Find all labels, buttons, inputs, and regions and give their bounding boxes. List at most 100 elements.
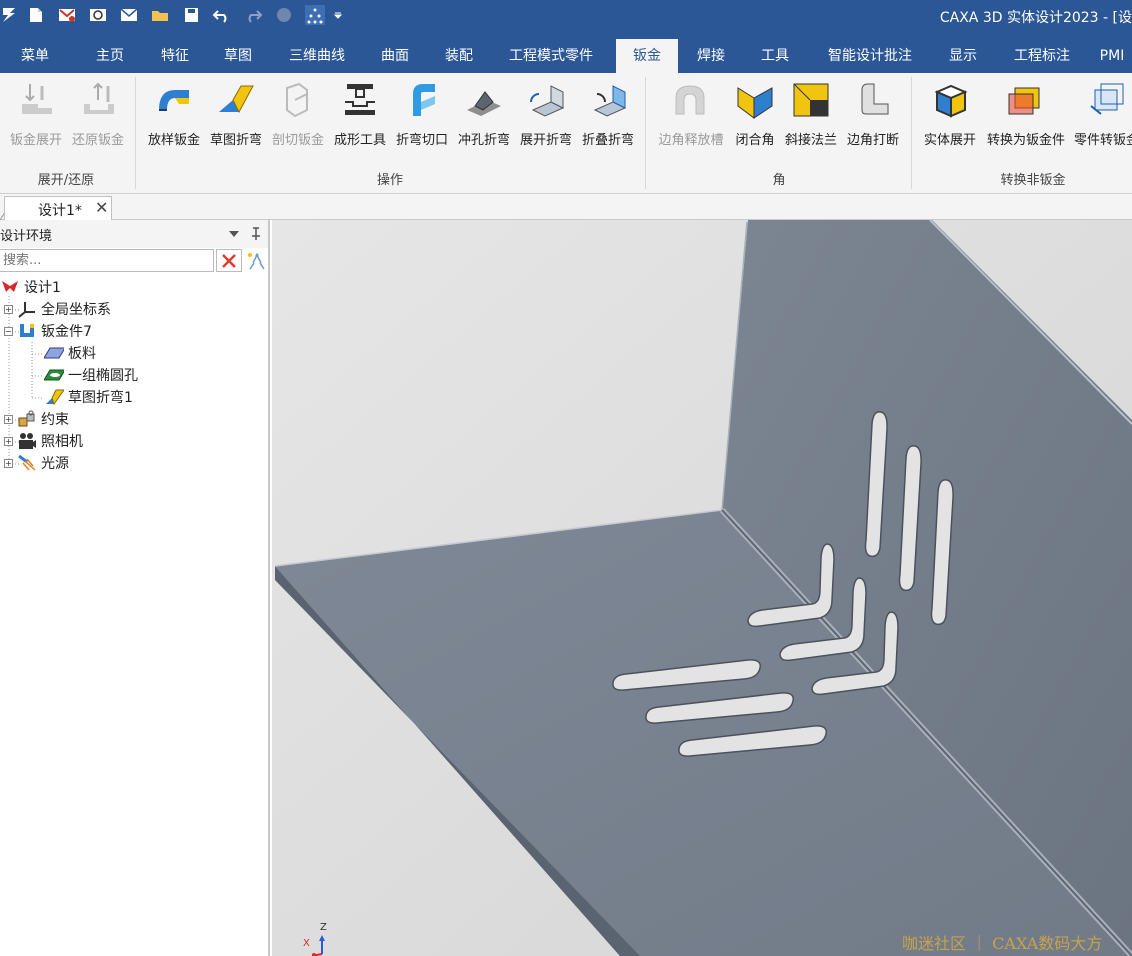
new-file-icon[interactable] [20,1,51,29]
view-triad[interactable]: Z X [302,922,330,956]
tab-display[interactable]: 显示 [934,39,992,73]
punch-bend-button[interactable]: 冲孔折弯 [455,79,513,149]
bend-notch-icon [400,79,444,121]
tab-surface[interactable]: 曲面 [358,39,432,73]
pane-title: 设计环境 [0,229,53,244]
sheet-restore-button[interactable]: 还原钣金 [68,79,128,149]
convert-to-sheet-button[interactable]: 转换为钣金件 [983,79,1069,149]
pin-icon[interactable] [250,227,262,241]
design-tree-icon[interactable] [299,1,330,29]
save-icon[interactable] [175,1,206,29]
collapse-toggle[interactable]: − [4,326,13,336]
tree-item-light[interactable]: + 光源 [4,452,69,474]
corner-break-button[interactable]: 边角打断 [844,79,902,149]
sheet-restore-icon [76,79,120,121]
part-to-sheet-icon [1086,79,1130,121]
chevron-down-icon[interactable] [228,230,240,238]
unfold-bend-icon [524,79,568,121]
sketch-bend-feature-icon [44,388,64,406]
solid-unfold-icon [928,79,972,121]
close-corner-icon [733,79,777,121]
tree-item-global-coords[interactable]: + 全局坐标系 [4,298,111,320]
part-to-sheet-button[interactable]: 零件转钣金 [1074,79,1132,149]
tab-sketch[interactable]: 草图 [200,39,276,73]
tab-tools[interactable]: 工具 [744,39,806,73]
quick-access-toolbar [0,0,346,30]
tab-features[interactable]: 特征 [150,39,200,73]
customize-dropdown-icon[interactable] [330,1,346,29]
tree-item-constraints[interactable]: + 约束 [4,408,69,430]
design-root-icon [0,278,20,296]
app-menu-icon[interactable] [0,1,20,29]
sheet-unfold-button[interactable]: 钣金展开 [6,79,66,149]
tab-3d-curve[interactable]: 三维曲线 [276,39,358,73]
group-separator [135,77,136,189]
sketch-bend-button[interactable]: 草图折弯 [207,79,265,149]
expand-toggle[interactable]: + [4,414,13,424]
ribbon-panel: 钣金展开 还原钣金 展开/还原 放样钣金 草图折弯 剖切钣金 成形工具 折弯切口… [0,73,1132,194]
tree-item-design1[interactable]: 设计1 [0,276,61,298]
expand-toggle[interactable]: + [4,436,13,446]
loft-sheet-button[interactable]: 放样钣金 [145,79,203,149]
tab-smart-annotation[interactable]: 智能设计批注 [806,39,934,73]
fold-bend-icon [586,79,630,121]
tree-item-sketch-bend1[interactable]: 草图折弯1 [44,386,133,408]
group-label-corner: 角 [772,173,786,188]
mail-icon[interactable] [113,1,144,29]
title-bar: CAXA 3D 实体设计2023 - [设 菜单 主页 特征 草图 三维曲线 曲… [0,0,1132,73]
miter-flange-button[interactable]: 斜接法兰 [782,79,840,149]
document-tab-bar: 设计1* ✕ [0,194,1132,220]
window-title: CAXA 3D 实体设计2023 - [设 [939,10,1132,26]
redo-icon[interactable] [237,1,268,29]
convert-to-sheet-icon [1004,79,1048,121]
new-design-icon[interactable] [51,1,82,29]
clear-search-button[interactable] [216,249,242,272]
cut-sheet-button[interactable]: 剖切钣金 [269,79,327,149]
camera-icon [17,432,37,450]
tab-assembly[interactable]: 装配 [432,39,486,73]
close-corner-button[interactable]: 闭合角 [732,79,778,149]
punch-bend-icon [462,79,506,121]
sheet-unfold-icon [14,79,58,121]
coordinate-system-icon [17,300,37,318]
close-icon [222,253,236,268]
sheet-metal-part-icon [17,322,37,340]
open-design-icon[interactable] [82,1,113,29]
open-folder-icon[interactable] [144,1,175,29]
loft-sheet-icon [152,79,196,121]
group-separator [911,77,912,189]
forming-tool-button[interactable]: 成形工具 [331,79,389,149]
unfold-bend-button[interactable]: 展开折弯 [517,79,575,149]
fold-bend-button[interactable]: 折叠折弯 [579,79,637,149]
solid-unfold-button[interactable]: 实体展开 [920,79,980,149]
design-environment-pane: 设计环境 设计1 + 全局坐标系 − 钣金件7 [0,220,270,956]
search-input[interactable] [0,249,214,272]
tab-sheet-metal[interactable]: 钣金 [616,39,678,73]
oval-holes-icon [44,366,64,384]
tree-item-camera[interactable]: + 照相机 [4,430,83,452]
bend-notch-button[interactable]: 折弯切口 [393,79,451,149]
tab-engineering-part[interactable]: 工程模式零件 [486,39,616,73]
sketch-bend-icon [214,79,258,121]
tab-home[interactable]: 主页 [70,39,150,73]
search-row [0,248,268,274]
tab-engineering-dim[interactable]: 工程标注 [992,39,1092,73]
tab-menu[interactable]: 菜单 [0,39,70,73]
tab-pmi[interactable]: PMI [1092,39,1132,73]
tree-item-oval-holes[interactable]: 一组椭圆孔 [44,364,138,386]
expand-toggle[interactable]: + [4,458,13,468]
tab-welding[interactable]: 焊接 [678,39,744,73]
corner-relief-button[interactable]: 边角释放槽 [656,79,726,149]
group-separator [645,77,646,189]
3d-viewport[interactable] [272,220,1132,956]
group-label-convert: 转换非钣金 [1000,173,1066,188]
undo-icon[interactable] [206,1,237,29]
tree-item-sheet-part[interactable]: − 钣金件7 [4,320,92,342]
tab-design1[interactable]: 设计1* ✕ [4,196,112,220]
filter-tree-icon[interactable] [246,251,268,271]
tree-item-sheet-stock[interactable]: 板料 [44,342,96,364]
pane-header: 设计环境 [0,220,268,248]
expand-toggle[interactable]: + [4,304,13,314]
render-sphere-icon[interactable] [268,1,299,29]
close-icon[interactable]: ✕ [95,198,108,217]
